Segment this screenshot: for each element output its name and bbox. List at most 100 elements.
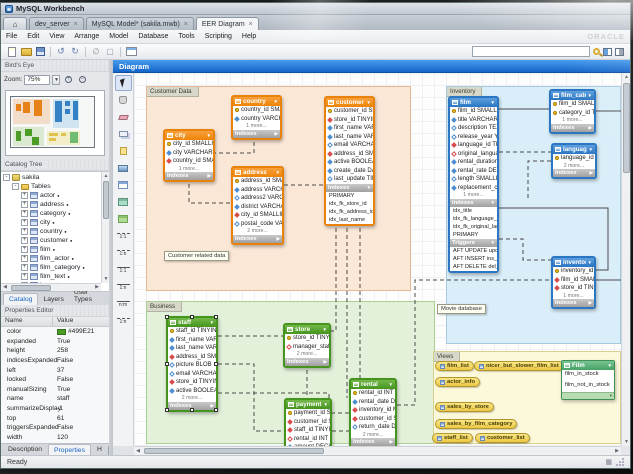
search-input[interactable] bbox=[472, 46, 590, 57]
menu-scripting[interactable]: Scripting bbox=[205, 33, 232, 40]
redo-icon[interactable]: ↻ bbox=[68, 45, 82, 58]
tree-node-customer[interactable]: +customer● bbox=[1, 236, 101, 245]
scroll-right-icon[interactable]: ▶ bbox=[93, 284, 101, 291]
selection-handle[interactable] bbox=[165, 315, 169, 319]
rel-11-non-identifying-tool[interactable]: 1:1 bbox=[115, 228, 132, 244]
tree-expander-icon[interactable]: - bbox=[3, 174, 10, 181]
column-row[interactable]: country_id SMALLINT bbox=[165, 157, 213, 166]
tree-node-actor[interactable]: +actor● bbox=[1, 191, 101, 200]
table-header[interactable]: staff▼ bbox=[168, 318, 216, 327]
section-toggle-icon[interactable]: ▼ bbox=[491, 240, 495, 245]
note-tool[interactable] bbox=[115, 143, 132, 159]
section-toggle-icon[interactable]: ▶ bbox=[590, 170, 593, 176]
new-model-icon[interactable] bbox=[5, 45, 19, 58]
section-toggle-icon[interactable]: ▶ bbox=[589, 300, 592, 306]
routine-group-film[interactable]: Film▼film_in_stockfilm_not_in_stock▾ bbox=[561, 360, 615, 400]
routine-item[interactable]: film_not_in_stock bbox=[562, 381, 614, 392]
column-row[interactable]: address_id SMALLINT bbox=[233, 177, 282, 186]
section-toggle-icon[interactable]: ▶ bbox=[324, 359, 327, 365]
section-indexes[interactable]: Indexes▶ bbox=[553, 299, 594, 307]
table-film_cate[interactable]: film_cate...▼film_id SMALLINTcategory_id… bbox=[549, 89, 596, 134]
column-row[interactable]: active BOOLEAN bbox=[326, 158, 373, 167]
section-item[interactable]: idx_last_name bbox=[326, 216, 373, 224]
view-actor_info[interactable]: actor_info bbox=[435, 377, 480, 387]
search-icon[interactable] bbox=[593, 48, 600, 55]
section-toggle-icon[interactable]: ▶ bbox=[208, 173, 211, 179]
table-film[interactable]: film▼film_id SMALLINTtitle VARCHAR(255)d… bbox=[448, 96, 499, 273]
collapse-icon[interactable]: ▼ bbox=[323, 327, 327, 332]
column-row[interactable]: amount DECIMAL(... bbox=[286, 443, 330, 446]
column-row[interactable]: film_id SMALLINT bbox=[551, 100, 594, 109]
canvas-scroll-up-icon[interactable]: ▲ bbox=[622, 73, 631, 81]
grid-view-icon[interactable]: ▦ bbox=[605, 458, 612, 466]
tree-expander-icon[interactable]: + bbox=[21, 273, 28, 280]
column-row[interactable]: last_update TIMEST... bbox=[326, 175, 373, 184]
table-header[interactable]: city▼ bbox=[165, 131, 213, 140]
property-row[interactable]: height258 bbox=[1, 346, 109, 356]
property-row[interactable]: namestaff bbox=[1, 394, 109, 404]
table-address[interactable]: address▼address_id SMALLINTaddress VARCH… bbox=[231, 166, 284, 245]
tree-expander-icon[interactable]: + bbox=[21, 255, 28, 262]
view-film_list[interactable]: film_list bbox=[435, 361, 474, 371]
section-indexes[interactable]: Indexes▶ bbox=[285, 358, 329, 366]
menu-database[interactable]: Database bbox=[138, 33, 168, 40]
section-toggle-icon[interactable]: ▶ bbox=[589, 125, 592, 131]
column-row[interactable]: store_id TINYINT bbox=[285, 334, 329, 343]
column-row[interactable]: staff_id TINYINT bbox=[168, 327, 216, 336]
tab-mysql-model-sakila-mwb-[interactable]: MySQL Model* (sakila.mwb)× bbox=[86, 17, 194, 30]
table-tool[interactable] bbox=[115, 177, 132, 193]
column-row[interactable]: category_id TINY... bbox=[551, 109, 594, 118]
zoom-in-icon[interactable]: + bbox=[62, 74, 74, 85]
column-row[interactable]: film_id SMALLINT bbox=[450, 107, 497, 116]
section-item[interactable]: AFT UPDATE upd_film bbox=[450, 247, 497, 255]
table-customer[interactable]: customer▼customer_id SMALL...store_id TI… bbox=[324, 96, 375, 226]
table-header[interactable]: film▼ bbox=[450, 98, 497, 107]
resize-grip[interactable] bbox=[616, 458, 624, 466]
relationship-connector[interactable] bbox=[331, 221, 336, 331]
tab-eer-diagram[interactable]: EER Diagram× bbox=[196, 17, 259, 30]
canvas-vscroll-thumb[interactable] bbox=[623, 83, 630, 173]
tree-expander-icon[interactable]: + bbox=[21, 228, 28, 235]
table-staff[interactable]: staff▼staff_id TINYINTfirst_name VARCH..… bbox=[166, 316, 218, 412]
tree-node-film[interactable]: +film● bbox=[1, 245, 101, 254]
column-row[interactable]: inventory_id MEDI... bbox=[351, 406, 395, 415]
section-toggle-icon[interactable]: ▶ bbox=[275, 131, 278, 137]
property-row[interactable]: color#499E21 bbox=[1, 327, 109, 337]
table-rental[interactable]: rental▼rental_id INTrental_date DATE...i… bbox=[349, 378, 397, 446]
column-row[interactable]: manager_staff_id... bbox=[285, 343, 329, 352]
zoom-value-box[interactable]: 75% bbox=[24, 75, 50, 85]
hand-tool[interactable] bbox=[115, 92, 132, 108]
collapse-icon[interactable]: ▼ bbox=[608, 363, 612, 368]
column-row[interactable]: description TEXT bbox=[450, 124, 497, 133]
collapse-icon[interactable]: ▼ bbox=[210, 320, 214, 325]
table-language[interactable]: language▼language_id TINY...2 more...Ind… bbox=[551, 143, 597, 179]
canvas-scroll-down-icon[interactable]: ▼ bbox=[622, 438, 631, 446]
new-diagram-icon[interactable] bbox=[124, 45, 138, 58]
column-row[interactable]: length SMALLINT bbox=[450, 175, 497, 184]
selection-handle[interactable] bbox=[190, 408, 194, 412]
section-toggle-icon[interactable]: ▼ bbox=[491, 200, 495, 205]
section-toggle-icon[interactable]: ▶ bbox=[390, 439, 393, 445]
tree-expander-icon[interactable]: + bbox=[21, 264, 28, 271]
column-row[interactable]: city_id SMALLINT bbox=[165, 140, 213, 149]
collapse-icon[interactable]: ▼ bbox=[276, 170, 280, 175]
view-customer_list[interactable]: customer_list bbox=[475, 433, 530, 443]
section-item[interactable]: idx_fk_address_id bbox=[326, 208, 373, 216]
relationship-connector[interactable] bbox=[499, 239, 551, 260]
section-indexes[interactable]: Indexes▶ bbox=[553, 169, 595, 177]
section-item[interactable]: idx_fk_store_id bbox=[326, 200, 373, 208]
relationship-connector[interactable] bbox=[218, 364, 284, 431]
table-inventory[interactable]: inventory▼inventory_id MEDI...film_id SM… bbox=[551, 256, 596, 309]
table-store[interactable]: store▼store_id TINYINTmanager_staff_id..… bbox=[283, 323, 331, 368]
table-header[interactable]: country▼ bbox=[233, 97, 280, 106]
column-row[interactable]: city VARCHAR(50) bbox=[165, 149, 213, 158]
tab-dev-server[interactable]: dev_server× bbox=[29, 17, 84, 30]
grid-toggle-icon[interactable]: ▢ bbox=[103, 45, 117, 58]
column-row[interactable]: staff_id TINYINT bbox=[286, 426, 330, 435]
table-country[interactable]: country▼country_id SMALLINTcountry VARCH… bbox=[231, 95, 282, 140]
tab-close-icon[interactable]: × bbox=[74, 21, 78, 28]
view-staff_list[interactable]: staff_list bbox=[432, 433, 473, 443]
column-row[interactable]: return_date DATE... bbox=[351, 423, 395, 432]
routine-group-header[interactable]: Film▼ bbox=[562, 361, 614, 370]
toggle-panel-icon[interactable] bbox=[615, 48, 624, 56]
